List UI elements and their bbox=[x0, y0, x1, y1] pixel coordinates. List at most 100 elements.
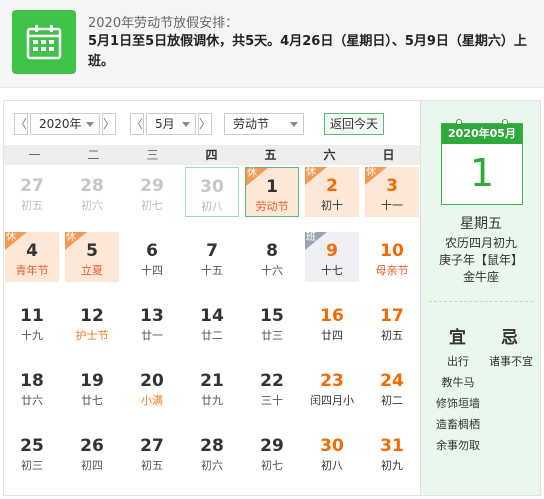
lunar-label: 初七 bbox=[141, 199, 163, 212]
day-cell[interactable]: 休 2 初十 bbox=[305, 167, 359, 217]
weekday-header: 一二三四五六日 bbox=[4, 145, 420, 165]
day-cell[interactable]: 26 初四 bbox=[65, 427, 119, 477]
day-cell[interactable]: 30 初八 bbox=[305, 427, 359, 477]
weekday-label: 一 bbox=[28, 148, 41, 162]
next-year-button[interactable]: 〉 bbox=[102, 113, 116, 135]
day-cell[interactable]: 22 三十 bbox=[245, 362, 299, 412]
day-cell[interactable]: 29 初七 bbox=[245, 427, 299, 477]
lunar-label: 母亲节 bbox=[375, 264, 409, 277]
day-cell[interactable]: 16 廿四 bbox=[305, 297, 359, 347]
day-number: 7 bbox=[206, 241, 218, 261]
day-number: 27 bbox=[140, 436, 164, 456]
day-cell[interactable]: 31 初九 bbox=[365, 427, 419, 477]
day-cell[interactable]: 24 初二 bbox=[365, 362, 419, 412]
panel-divider bbox=[429, 301, 533, 302]
day-number: 13 bbox=[140, 306, 164, 326]
month-select[interactable]: 5月 bbox=[146, 113, 196, 135]
weekday-label: 四 bbox=[205, 148, 218, 162]
lunar-label: 劳动节 bbox=[255, 200, 289, 213]
day-cell[interactable]: 休 5 立夏 bbox=[65, 232, 119, 282]
day-number: 30 bbox=[320, 436, 344, 456]
badge-text: 班 bbox=[306, 232, 316, 243]
day-cell[interactable]: 7 十五 bbox=[185, 232, 239, 282]
day-number: 6 bbox=[146, 241, 158, 261]
chevron-down-icon bbox=[86, 122, 94, 127]
badge-text: 休 bbox=[366, 167, 376, 178]
day-cell[interactable]: 28 初六 bbox=[65, 167, 119, 217]
lunar-label: 初四 bbox=[81, 459, 103, 472]
day-number: 29 bbox=[140, 176, 164, 196]
day-number: 23 bbox=[320, 371, 344, 391]
badge-text: 休 bbox=[6, 232, 16, 243]
day-cell[interactable]: 29 初七 bbox=[125, 167, 179, 217]
day-cell[interactable]: 8 十六 bbox=[245, 232, 299, 282]
lunar-label: 廿一 bbox=[141, 329, 163, 342]
day-cell[interactable]: 23 闰四月小 bbox=[305, 362, 359, 412]
day-cell[interactable]: 30 初八 bbox=[185, 167, 239, 217]
day-number: 12 bbox=[80, 306, 104, 326]
rest-day-badge: 休 bbox=[5, 232, 27, 250]
lunar-label: 初六 bbox=[201, 459, 223, 472]
day-number: 28 bbox=[200, 436, 224, 456]
date-detail-panel: 2020年05月 1 星期五 农历四月初九 庚子年【鼠年】 金牛座 宜 忌 出行… bbox=[421, 100, 541, 496]
day-cell[interactable]: 15 廿三 bbox=[245, 297, 299, 347]
day-cell[interactable]: 班 9 十七 bbox=[305, 232, 359, 282]
day-cell[interactable]: 20 小满 bbox=[125, 362, 179, 412]
next-month-button[interactable]: 〉 bbox=[198, 113, 212, 135]
weekday-label: 二 bbox=[87, 148, 100, 162]
chevron-down-icon bbox=[182, 122, 190, 127]
day-number: 30 bbox=[200, 177, 224, 197]
lunar-label: 初八 bbox=[321, 459, 343, 472]
lunar-label: 初九 bbox=[381, 459, 403, 472]
day-number: 21 bbox=[200, 371, 224, 391]
day-cell[interactable]: 12 护士节 bbox=[65, 297, 119, 347]
day-cell[interactable]: 11 十九 bbox=[5, 297, 59, 347]
day-cell[interactable]: 27 初五 bbox=[5, 167, 59, 217]
badge-text: 休 bbox=[247, 168, 257, 179]
lunar-label: 十六 bbox=[261, 264, 283, 277]
lunar-label: 十七 bbox=[321, 264, 343, 277]
day-cell[interactable]: 21 廿九 bbox=[185, 362, 239, 412]
day-cell[interactable]: 25 初三 bbox=[5, 427, 59, 477]
lunar-label: 初八 bbox=[201, 200, 223, 213]
day-number: 28 bbox=[80, 176, 104, 196]
year-select[interactable]: 2020年 bbox=[30, 113, 100, 135]
yi-label: 宜 bbox=[449, 328, 466, 348]
yi-item: 出行 bbox=[447, 355, 469, 368]
day-cell[interactable]: 14 廿二 bbox=[185, 297, 239, 347]
holiday-select-value: 劳动节 bbox=[233, 117, 270, 131]
day-cell[interactable]: 休 3 十一 bbox=[365, 167, 419, 217]
detail-zodiac: 金牛座 bbox=[462, 270, 499, 284]
lunar-label: 初五 bbox=[21, 199, 43, 212]
rest-day-badge: 休 bbox=[246, 168, 268, 186]
holiday-select[interactable]: 劳动节 bbox=[224, 113, 304, 135]
lunar-label: 闰四月小 bbox=[310, 394, 354, 407]
day-cell[interactable]: 17 初五 bbox=[365, 297, 419, 347]
day-number: 20 bbox=[140, 371, 164, 391]
lunar-label: 护士节 bbox=[75, 329, 109, 342]
ji-label: 忌 bbox=[501, 328, 518, 348]
big-date-card: 2020年05月 1 bbox=[441, 119, 523, 205]
day-cell[interactable]: 27 初五 bbox=[125, 427, 179, 477]
day-cell[interactable]: 18 廿六 bbox=[5, 362, 59, 412]
weekday-label: 五 bbox=[264, 148, 277, 162]
lunar-label: 三十 bbox=[261, 394, 283, 407]
back-to-today-button[interactable]: 返回今天 bbox=[324, 113, 384, 135]
lunar-label: 初十 bbox=[321, 199, 343, 212]
day-cell[interactable]: 19 廿七 bbox=[65, 362, 119, 412]
lunar-label: 初七 bbox=[261, 459, 283, 472]
yi-list: 出行 教牛马 修饰垣墙 造畜椆栖 余事勿取 bbox=[433, 351, 483, 456]
prev-year-button[interactable]: 〈 bbox=[14, 113, 28, 135]
yi-item: 余事勿取 bbox=[436, 439, 480, 452]
day-cell[interactable]: 休 1 劳动节 bbox=[245, 167, 299, 217]
day-cell[interactable]: 6 十四 bbox=[125, 232, 179, 282]
day-cell[interactable]: 13 廿一 bbox=[125, 297, 179, 347]
calendar-grid-icon bbox=[12, 10, 76, 74]
prev-month-button[interactable]: 〈 bbox=[130, 113, 144, 135]
day-cell[interactable]: 休 4 青年节 bbox=[5, 232, 59, 282]
big-date-day: 1 bbox=[469, 151, 495, 195]
day-cell[interactable]: 10 母亲节 bbox=[365, 232, 419, 282]
day-cell[interactable]: 28 初六 bbox=[185, 427, 239, 477]
detail-lunar-date: 农历四月初九 bbox=[444, 236, 517, 250]
rest-day-badge: 休 bbox=[65, 232, 87, 250]
